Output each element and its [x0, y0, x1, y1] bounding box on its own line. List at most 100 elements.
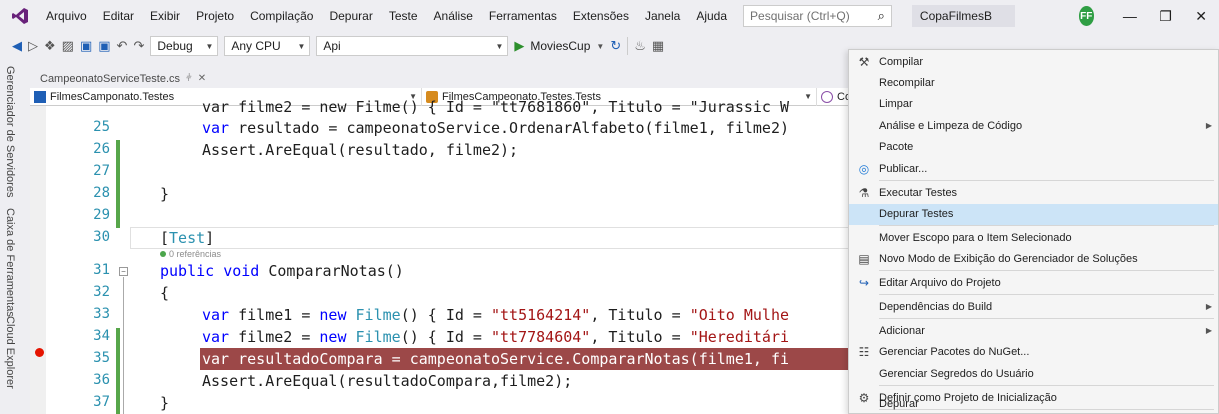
menu-item-publicar[interactable]: ◎ Publicar... — [849, 158, 1218, 180]
save-all-icon[interactable]: ▣ — [98, 38, 110, 54]
codelens-label: 0 referências — [169, 249, 222, 259]
undo-icon[interactable]: ↶ — [117, 38, 128, 54]
code-line-31[interactable]: public void CompararNotas() — [160, 262, 404, 280]
search-icon[interactable]: ⌕ — [878, 8, 885, 24]
menu-analise[interactable]: Análise — [426, 0, 481, 32]
menu-bar: Arquivo Editar Exibir Projeto Compilação… — [0, 0, 1219, 32]
forward-icon[interactable]: ▷ — [28, 38, 38, 54]
line-number: 37 — [93, 394, 110, 410]
configuration-select[interactable]: Debug ▼ — [150, 36, 219, 56]
code-line-32[interactable]: { — [160, 284, 169, 302]
run-target-label[interactable]: MoviesCup — [530, 39, 590, 53]
line-number: 35 — [93, 350, 110, 366]
menu-item-dependencias-build[interactable]: Dependências do Build ▶ — [849, 296, 1218, 318]
code-text: , Titulo = — [590, 306, 690, 324]
play-icon[interactable]: ▶ — [514, 38, 524, 54]
startup-project-value: Api — [323, 39, 341, 53]
project-nav-value: FilmesCamponato.Testes — [50, 90, 175, 103]
publish-icon: ◎ — [858, 161, 870, 176]
tab-server-explorer[interactable]: Gerenciador de Servidores — [4, 66, 16, 197]
open-folder-icon[interactable]: ▨ — [62, 38, 74, 54]
menu-item-editar-arquivo-projeto[interactable]: ↪ Editar Arquivo do Projeto — [849, 272, 1218, 294]
code-line-37[interactable]: } — [160, 394, 169, 412]
menu-item-analise-limpeza[interactable]: Análise e Limpeza de Código ▶ — [849, 115, 1218, 137]
code-text: resultado = campeonatoService.OrdenarAlf… — [238, 119, 790, 137]
startup-project-select[interactable]: Api ▼ — [316, 36, 509, 56]
method-name: CompararNotas() — [268, 262, 404, 280]
platform-select[interactable]: Any CPU ▼ — [224, 36, 311, 56]
refresh-icon[interactable]: ↻ — [610, 38, 621, 54]
window-icon[interactable]: ▦ — [652, 38, 664, 54]
menu-projeto[interactable]: Projeto — [188, 0, 242, 32]
close-icon[interactable]: ✕ — [1183, 8, 1219, 25]
menu-item-limpar[interactable]: Limpar — [849, 94, 1218, 116]
search-input[interactable]: Pesquisar (Ctrl+Q) ⌕ — [743, 5, 892, 27]
codelens-references[interactable]: 0 referências — [160, 249, 221, 259]
menu-item-label: Depurar Testes — [879, 208, 954, 221]
menu-item-label: Análise e Limpeza de Código — [879, 119, 1023, 132]
restore-icon[interactable]: ❐ — [1148, 8, 1184, 25]
tab-campeonato-service-teste[interactable]: CampeonatoServiceTeste.cs ⫩ ✕ — [32, 69, 214, 88]
menu-item-gerenciar-nuget[interactable]: ☷ Gerenciar Pacotes do NuGet... — [849, 342, 1218, 364]
menu-extensoes[interactable]: Extensões — [565, 0, 637, 32]
avatar[interactable]: FF — [1078, 6, 1094, 26]
menu-teste[interactable]: Teste — [381, 0, 426, 32]
back-icon[interactable]: ◀ — [12, 38, 22, 54]
line-number: 32 — [93, 284, 110, 300]
menu-item-label: Novo Modo de Exibição do Gerenciador de … — [879, 253, 1138, 266]
code-line-30[interactable]: [Test] — [160, 229, 214, 247]
collapse-icon[interactable]: − — [119, 267, 128, 276]
menu-item-recompilar[interactable]: Recompilar — [849, 72, 1218, 94]
line-number: 33 — [93, 306, 110, 322]
line-number: 28 — [93, 185, 110, 201]
new-item-icon[interactable]: ❖ — [44, 38, 56, 54]
minimize-icon[interactable]: — — [1112, 8, 1148, 24]
chevron-down-icon: ▼ — [297, 41, 306, 51]
menu-item-compilar[interactable]: ⚒ Compilar — [849, 51, 1218, 73]
menu-item-novo-modo-exibicao[interactable]: ▤ Novo Modo de Exibição do Gerenciador de… — [849, 249, 1218, 271]
edit-project-icon: ↪ — [858, 275, 870, 290]
menu-exibir[interactable]: Exibir — [142, 0, 188, 32]
menu-compilacao[interactable]: Compilação — [242, 0, 321, 32]
menu-editar[interactable]: Editar — [95, 0, 142, 32]
close-icon[interactable]: ✕ — [198, 73, 206, 84]
menu-item-gerenciar-segredos[interactable]: Gerenciar Segredos do Usuário — [849, 363, 1218, 385]
code-line-36[interactable]: Assert.AreEqual(resultadoCompara,filme2)… — [202, 372, 572, 390]
menu-separator — [879, 179, 1214, 181]
chevron-down-icon: ▼ — [495, 41, 504, 51]
menu-item-depurar-testes[interactable]: Depurar Testes — [849, 203, 1218, 225]
menu-depurar[interactable]: Depurar — [321, 0, 380, 32]
code-line-35[interactable]: var resultadoCompara = campeonatoService… — [202, 350, 789, 368]
tab-cloud-explorer[interactable]: Cloud Explorer — [4, 316, 16, 389]
pin-icon[interactable]: ⫩ — [186, 73, 192, 84]
save-icon[interactable]: ▣ — [80, 38, 92, 54]
tab-toolbox[interactable]: Caixa de Ferramentas — [4, 208, 16, 317]
visual-studio-logo-icon[interactable] — [10, 6, 30, 26]
code-line-25[interactable]: var resultado = campeonatoService.Ordena… — [202, 119, 789, 137]
hot-reload-icon[interactable]: ♨ — [634, 38, 646, 54]
code-line-33[interactable]: var filme1 = new Filme() { Id = "tt51642… — [202, 306, 789, 324]
keyword: var — [202, 328, 239, 346]
breakpoint-margin[interactable] — [30, 106, 46, 414]
menu-item-mover-escopo[interactable]: Mover Escopo para o Item Selecionado — [849, 227, 1218, 249]
chevron-down-icon: ▼ — [205, 41, 214, 51]
menu-item-depurar[interactable]: Depurar — [849, 393, 1218, 414]
chevron-down-icon[interactable]: ▼ — [596, 42, 604, 51]
menu-ferramentas[interactable]: Ferramentas — [481, 0, 565, 32]
breakpoint-icon[interactable] — [35, 348, 44, 357]
redo-icon[interactable]: ↷ — [133, 38, 144, 54]
menu-item-adicionar[interactable]: Adicionar ▶ — [849, 320, 1218, 342]
menu-item-pacote[interactable]: Pacote — [849, 137, 1218, 159]
code-line-34[interactable]: var filme2 = new Filme() { Id = "tt77846… — [202, 328, 789, 346]
menu-arquivo[interactable]: Arquivo — [38, 0, 95, 32]
menu-ajuda[interactable]: Ajuda — [688, 0, 735, 32]
type-name: Filme — [355, 306, 401, 324]
menu-janela[interactable]: Janela — [637, 0, 688, 32]
tab-label: CampeonatoServiceTeste.cs — [40, 72, 181, 85]
menu-item-executar-testes[interactable]: ⚗ Executar Testes — [849, 182, 1218, 204]
code-line-26[interactable]: Assert.AreEqual(resultado, filme2); — [202, 141, 518, 159]
code-line-28[interactable]: } — [160, 185, 169, 203]
fold-guide — [123, 277, 124, 414]
code-line-24[interactable]: var filme2 = new Filme() { Id = "tt76818… — [202, 98, 789, 116]
keyword: new — [319, 306, 356, 324]
